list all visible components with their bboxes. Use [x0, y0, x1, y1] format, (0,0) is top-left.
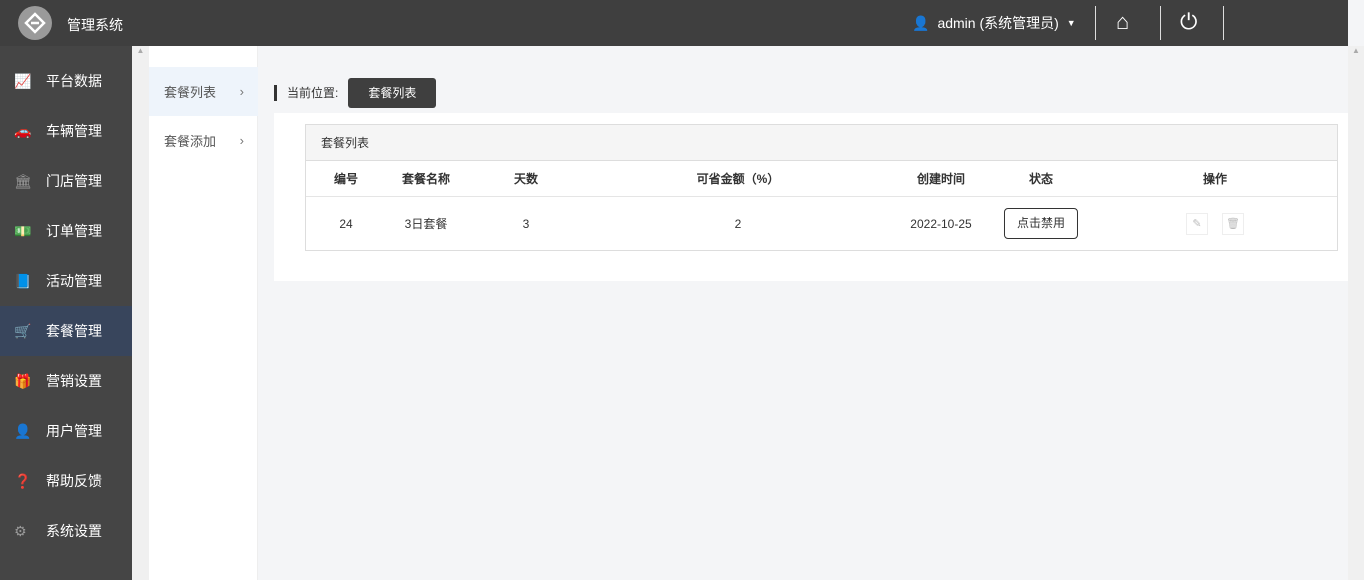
- bank-icon: 🏛: [14, 172, 32, 189]
- cell-days: 3: [522, 216, 530, 231]
- logo: [18, 6, 52, 40]
- table-row: 24 3日套餐 3 2 2022-10-25 点击禁用 ✎ 🗑: [306, 197, 1337, 250]
- sidebar-item-orders[interactable]: 💵 订单管理: [0, 206, 132, 256]
- power-icon[interactable]: ⏻: [1180, 9, 1197, 35]
- submenu-item-package-add[interactable]: 套餐添加 ›: [149, 116, 258, 165]
- sidebar-item-label: 套餐管理: [46, 323, 102, 339]
- column-header: 套餐名称: [401, 172, 451, 186]
- sidebar-item-help[interactable]: ❓ 帮助反馈: [0, 456, 132, 506]
- chart-line-icon: 📈: [14, 72, 32, 89]
- sidebar-item-label: 平台数据: [46, 73, 102, 89]
- column-header: 天数: [513, 172, 539, 186]
- submenu-label: 套餐添加: [164, 134, 217, 149]
- sidebar-scrollbar[interactable]: ▲: [132, 46, 149, 580]
- cell-save-percent: 2: [734, 216, 742, 231]
- submenu: 套餐列表 › 套餐添加 ›: [149, 46, 258, 580]
- gear-icon: ⚙: [14, 522, 27, 539]
- submenu-label: 套餐列表: [164, 85, 217, 100]
- scroll-up-icon[interactable]: ▲: [1352, 46, 1360, 55]
- breadcrumb-current[interactable]: 套餐列表: [348, 77, 437, 108]
- sidebar-item-platform-data[interactable]: 📈 平台数据: [0, 56, 132, 106]
- divider: [1223, 6, 1224, 40]
- cell-name: 3日套餐: [404, 217, 448, 231]
- submenu-item-package-list[interactable]: 套餐列表 ›: [149, 67, 258, 116]
- delete-icon[interactable]: 🗑: [1222, 212, 1244, 235]
- caret-down-icon: ▼: [1066, 18, 1076, 28]
- sidebar-item-label: 营销设置: [46, 373, 102, 389]
- cart-icon: 🛒: [14, 322, 32, 339]
- sidebar: 📈 平台数据 🚗 车辆管理 🏛 门店管理 💵 订单管理 📘 活动管理 🛒 套餐管理 🎁 营销设…: [0, 46, 132, 580]
- column-header: 创建时间: [916, 172, 966, 186]
- column-header: 状态: [1028, 172, 1054, 186]
- user-icon: 👤: [14, 422, 32, 439]
- sidebar-item-stores[interactable]: 🏛 门店管理: [0, 156, 132, 206]
- breadcrumb-label: 当前位置:: [287, 86, 339, 100]
- edit-icon[interactable]: ✎: [1186, 212, 1208, 235]
- sidebar-item-label: 订单管理: [46, 223, 102, 239]
- sidebar-item-label: 帮助反馈: [46, 473, 102, 489]
- divider: [1160, 6, 1161, 40]
- user-name: admin (系统管理员): [937, 15, 1059, 31]
- breadcrumb-marker: [274, 84, 277, 101]
- gift-icon: 🎁: [14, 372, 32, 389]
- sidebar-item-users[interactable]: 👤 用户管理: [0, 406, 132, 456]
- column-header: 编号: [333, 172, 359, 186]
- sidebar-item-settings[interactable]: ⚙ 系统设置: [0, 506, 132, 556]
- money-icon: 💵: [14, 222, 32, 239]
- home-icon[interactable]: ⌂: [1116, 9, 1129, 35]
- table-title: 套餐列表: [306, 125, 1337, 161]
- table-header-row: 编号 套餐名称 天数 可省金额（%） 创建时间 状态 操作: [306, 161, 1337, 197]
- scroll-up-icon[interactable]: ▲: [137, 46, 145, 55]
- sidebar-item-packages[interactable]: 🛒 套餐管理: [0, 306, 132, 356]
- book-icon: 📘: [14, 272, 32, 289]
- cell-created: 2022-10-25: [910, 216, 972, 231]
- page-scrollbar[interactable]: ▲: [1348, 46, 1364, 580]
- column-header: 可省金额（%）: [696, 172, 780, 186]
- package-table: 套餐列表 编号 套餐名称 天数 可省金额（%） 创建时间 状态 操作 24 3日…: [305, 124, 1338, 251]
- breadcrumb: 当前位置: 套餐列表: [274, 77, 437, 108]
- divider: [1095, 6, 1096, 40]
- chevron-right-icon: ›: [239, 133, 244, 148]
- column-header: 操作: [1202, 172, 1228, 186]
- app-title: 管理系统: [67, 17, 123, 33]
- sidebar-item-label: 系统设置: [46, 523, 102, 539]
- top-header: 管理系统 👤 admin (系统管理员) ▼ ⌂ ⏻: [0, 0, 1348, 46]
- sidebar-item-activities[interactable]: 📘 活动管理: [0, 256, 132, 306]
- car-icon: 🚗: [14, 122, 32, 139]
- sidebar-item-label: 用户管理: [46, 423, 102, 439]
- content-panel: 套餐列表 编号 套餐名称 天数 可省金额（%） 创建时间 状态 操作 24 3日…: [274, 113, 1348, 281]
- cell-id: 24: [339, 216, 353, 231]
- sidebar-item-label: 车辆管理: [46, 123, 102, 139]
- sidebar-item-label: 门店管理: [46, 173, 102, 189]
- disable-button[interactable]: 点击禁用: [1003, 208, 1079, 239]
- sidebar-item-marketing[interactable]: 🎁 营销设置: [0, 356, 132, 406]
- sidebar-item-label: 活动管理: [46, 273, 102, 289]
- user-menu[interactable]: 👤 admin (系统管理员) ▼: [912, 13, 1076, 33]
- question-icon: ❓: [14, 472, 32, 489]
- sidebar-item-vehicles[interactable]: 🚗 车辆管理: [0, 106, 132, 156]
- user-icon: 👤: [912, 14, 930, 31]
- actions-cell: ✎ 🗑: [1179, 197, 1251, 250]
- chevron-right-icon: ›: [239, 84, 244, 99]
